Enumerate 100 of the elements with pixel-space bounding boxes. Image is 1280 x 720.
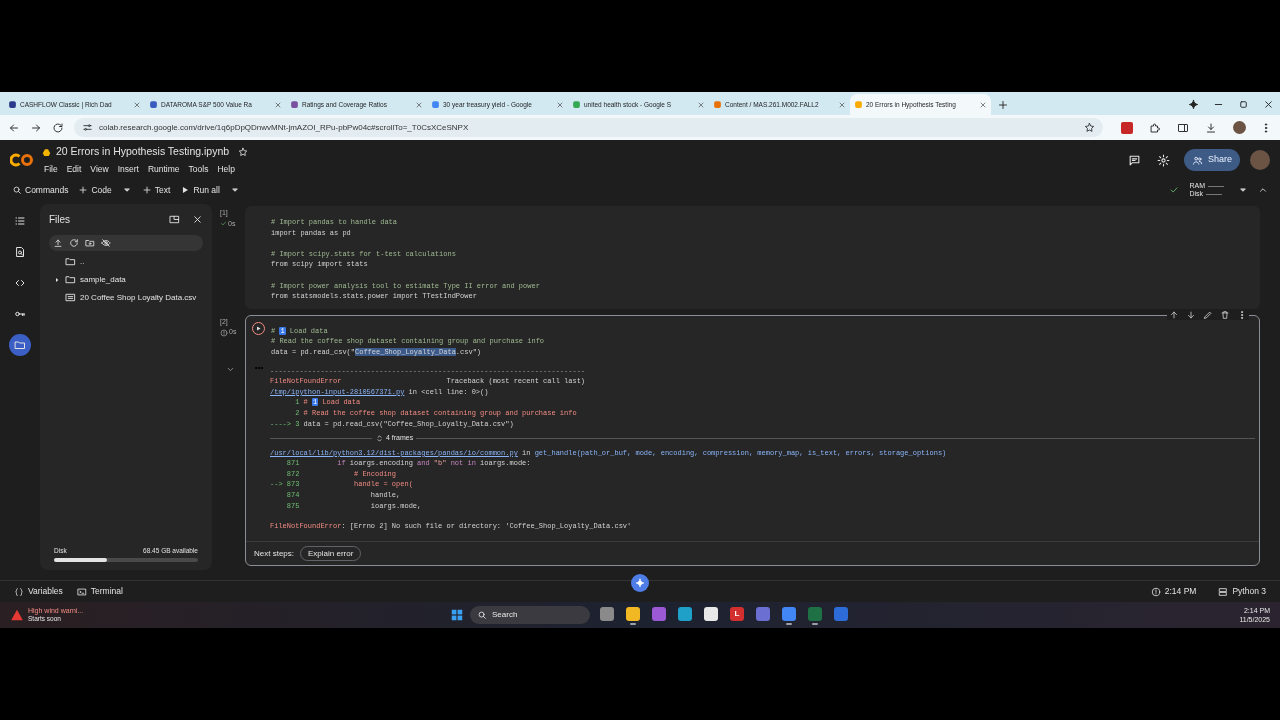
terminal-button[interactable]: Terminal [76,585,123,598]
assistant-star-icon [1188,99,1199,110]
tab-close-button[interactable] [979,100,987,109]
plus-icon [78,185,89,195]
close-icon [838,100,846,109]
arrow-down-icon[interactable] [1186,309,1196,320]
menu-item[interactable]: View [90,163,109,176]
menu-item[interactable]: Insert [117,163,139,176]
code-icon [14,277,26,289]
terminal-icon [76,586,87,597]
download-icon[interactable] [1205,121,1217,134]
extension-icon[interactable] [1121,121,1133,134]
check-icon [1169,185,1180,195]
expand-arrow-icon [53,275,61,284]
toolbar-button[interactable]: Code [78,183,112,197]
app-icon: L [730,607,744,621]
close-icon [1263,99,1274,110]
menu-item[interactable]: Runtime [147,163,180,176]
search-placeholder: Search [492,609,518,621]
file-tree-item[interactable]: sample_data [49,273,203,286]
menu-item[interactable]: Help [217,163,235,176]
share-button[interactable]: Share [1183,149,1240,171]
play-icon [255,324,262,332]
tab-close-button[interactable] [838,100,846,109]
windows-start-icon[interactable] [450,608,464,622]
search-icon [477,610,487,620]
tab-close-button[interactable] [415,100,423,109]
nav-button[interactable] [52,121,64,134]
variables-button[interactable]: Variables [14,585,63,598]
taskbar-app-button[interactable] [624,604,642,626]
tab-close-button[interactable] [133,100,141,109]
pencil-icon[interactable] [1203,309,1213,320]
close-icon[interactable] [192,214,203,225]
bookmark-star-icon[interactable] [1084,122,1095,133]
file-name: 20 Coffee Shop Loyalty Data.csv [80,291,197,304]
side-panel-icon[interactable] [1177,121,1189,134]
list-icon [14,215,26,227]
menu-item[interactable]: Tools [188,163,209,176]
runtime-button[interactable]: Python 3 [1218,585,1266,598]
restore-icon [1238,99,1249,110]
plus-icon [997,99,1009,111]
toolbar-button[interactable]: Text [141,183,171,197]
tab-close-button[interactable] [274,100,282,109]
close-icon [133,100,141,109]
close-icon [979,100,987,109]
search-icon [12,185,22,195]
tab-close-button[interactable] [697,100,705,109]
menu-item[interactable]: File [44,163,58,176]
info-icon [1150,586,1161,597]
folder-icon [65,274,76,285]
upload-icon[interactable] [53,238,63,248]
settings-icon[interactable] [1156,153,1170,167]
window-control-button[interactable] [1263,99,1274,110]
plus-icon [141,185,152,195]
eye-off-icon[interactable] [101,238,111,248]
weather-warning-icon[interactable] [10,608,24,622]
new-window-icon[interactable] [169,214,180,225]
menu-item[interactable]: Edit [66,163,82,176]
braces-icon [14,586,24,597]
sidebar-button[interactable] [9,334,31,356]
window-control-button[interactable] [1188,99,1199,110]
close-icon [697,100,705,109]
folder-drive-icon[interactable] [85,238,95,248]
server-icon [1218,586,1229,597]
forward-icon [30,121,42,134]
site-settings-icon [82,122,93,133]
folder-icon [65,256,76,267]
tab-close-button[interactable] [556,100,564,109]
taskbar-app-button[interactable]: L [728,604,746,626]
avatar[interactable] [1233,121,1246,134]
toolbar-button[interactable]: Commands [12,183,69,197]
panel-title: Files [49,213,72,227]
star-icon[interactable] [238,147,249,158]
assistant-button[interactable] [631,574,649,592]
colab-logo-icon[interactable] [10,153,34,167]
document-search-icon [14,246,26,258]
comment-icon[interactable] [1127,153,1141,167]
toolbar-button[interactable]: Run all [180,183,220,197]
drive-icon[interactable] [42,147,51,157]
sparkle-icon [635,578,645,588]
notebook-title[interactable]: 20 Errors in Hypothesis Testing.ipynb [56,144,230,160]
execution-time-button[interactable]: 2:14 PM [1150,585,1197,598]
taskbar-search-field[interactable]: Search [470,606,590,624]
file-tree-item[interactable]: .. [49,255,203,268]
back-icon [8,121,20,134]
refresh-icon[interactable] [69,238,79,248]
trash-icon[interactable] [1220,309,1230,320]
file-tree-item[interactable]: 20 Coffee Shop Loyalty Data.csv [49,291,203,304]
people-icon [1191,154,1203,166]
close-icon [415,100,423,109]
reload-icon [52,121,64,134]
close-icon [274,100,282,109]
new-tab-button[interactable] [997,99,1009,111]
arrow-up-icon[interactable] [1169,309,1179,320]
chevron-up-icon[interactable] [1258,185,1268,195]
nav-button[interactable] [8,121,20,134]
csv-file-icon [65,292,76,303]
address-bar[interactable]: colab.research.google.com/drive/1q6pDpQDnwvMNt-jmAZOI_RPu-pbPw04c#scrollTo=_T0CsXCeSNPX [74,118,1103,137]
url-text: colab.research.google.com/drive/1q6pDpQDnwvMNt-jmAZOI_RPu-pbPw04c#scrollTo=_T0CsXCeSNPX [99,121,470,134]
unfold-icon [375,433,384,443]
